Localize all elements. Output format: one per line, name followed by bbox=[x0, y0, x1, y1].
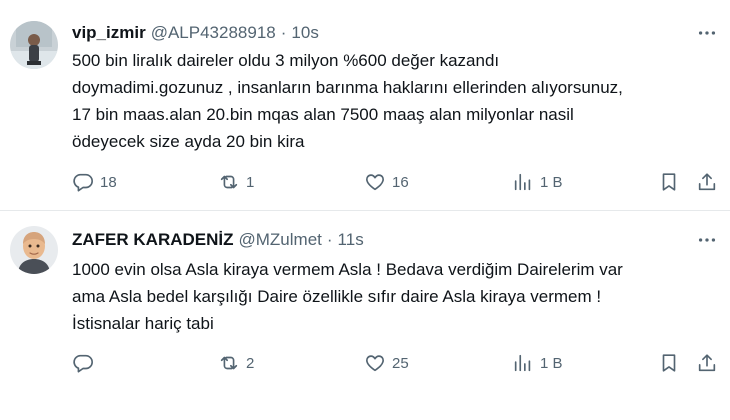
bookmark-button[interactable] bbox=[658, 351, 680, 375]
views-count: 1 B bbox=[540, 354, 563, 372]
more-icon[interactable] bbox=[696, 22, 718, 44]
tweet-text-line: İstisnalar hariç tabi bbox=[72, 314, 214, 333]
tweet-text-line: 500 bin liralık daireler oldu 3 milyon %… bbox=[72, 51, 500, 70]
share-button[interactable] bbox=[696, 351, 718, 375]
like-count: 25 bbox=[392, 354, 409, 372]
tweet-actions: 2 25 1 B bbox=[72, 351, 722, 375]
share-icon bbox=[698, 354, 716, 372]
bookmark-button[interactable] bbox=[658, 170, 680, 194]
repost-icon bbox=[220, 175, 238, 189]
user-handle[interactable]: @ALP43288918 bbox=[151, 23, 276, 43]
like-button[interactable]: 25 bbox=[364, 351, 409, 375]
tweet-text-line: 17 bin maas.alan 20.bin mqas alan 7500 m… bbox=[72, 105, 574, 124]
share-icon bbox=[698, 173, 716, 191]
views-icon bbox=[514, 354, 531, 372]
avatar[interactable] bbox=[10, 21, 58, 69]
like-button[interactable]: 16 bbox=[364, 170, 409, 194]
tweet-text-line: 1000 evin olsa Asla kiraya vermem Asla !… bbox=[72, 260, 623, 279]
tweet-text-line: ama Asla bedel karşılığı Daire özellikle… bbox=[72, 287, 602, 306]
reply-icon bbox=[73, 354, 93, 373]
like-icon bbox=[366, 355, 384, 372]
like-count: 16 bbox=[392, 173, 409, 191]
tweet-text: 1000 evin olsa Asla kiraya vermem Asla !… bbox=[72, 256, 722, 337]
avatar[interactable] bbox=[10, 226, 58, 274]
more-icon[interactable] bbox=[696, 229, 718, 251]
separator-dot: · bbox=[326, 230, 333, 249]
tweet-actions: 18 1 16 1 B bbox=[72, 170, 722, 194]
views-button[interactable]: 1 B bbox=[512, 351, 563, 375]
reply-count: 18 bbox=[100, 173, 117, 191]
views-icon bbox=[514, 173, 531, 191]
views-button[interactable]: 1 B bbox=[512, 170, 563, 194]
tweet[interactable]: vip_izmir @ALP43288918 · 10s 500 bin lir… bbox=[0, 0, 730, 211]
repost-count: 1 bbox=[246, 173, 255, 191]
timestamp[interactable]: 11s bbox=[338, 230, 364, 250]
repost-count: 2 bbox=[246, 354, 255, 372]
bookmark-icon bbox=[662, 354, 676, 372]
timestamp[interactable]: 10s bbox=[291, 23, 318, 43]
tweet-header: vip_izmir @ALP43288918 · 10s bbox=[72, 22, 690, 44]
separator-dot: · bbox=[280, 23, 287, 42]
views-count: 1 B bbox=[540, 173, 563, 191]
repost-button[interactable]: 2 bbox=[218, 351, 254, 375]
repost-icon bbox=[220, 356, 238, 370]
tweet-text-line: doymadimi.gozunuz , insanların barınma h… bbox=[72, 78, 623, 97]
display-name[interactable]: ZAFER KARADENİZ bbox=[72, 230, 234, 250]
tweet-header: ZAFER KARADENİZ @MZulmet · 11s bbox=[72, 229, 690, 251]
reply-button[interactable]: 18 bbox=[72, 170, 117, 194]
reply-button[interactable] bbox=[72, 351, 100, 375]
repost-button[interactable]: 1 bbox=[218, 170, 254, 194]
tweet-text-line: ödeyecek size ayda 20 bin kira bbox=[72, 132, 305, 151]
display-name[interactable]: vip_izmir bbox=[72, 23, 146, 43]
user-handle[interactable]: @MZulmet bbox=[239, 230, 322, 250]
tweet-text: 500 bin liralık daireler oldu 3 milyon %… bbox=[72, 47, 722, 155]
tweet[interactable]: ZAFER KARADENİZ @MZulmet · 11s 1000 evin… bbox=[0, 211, 730, 420]
bookmark-icon bbox=[662, 173, 676, 191]
reply-icon bbox=[73, 173, 93, 192]
share-button[interactable] bbox=[696, 170, 718, 194]
like-icon bbox=[366, 174, 384, 191]
